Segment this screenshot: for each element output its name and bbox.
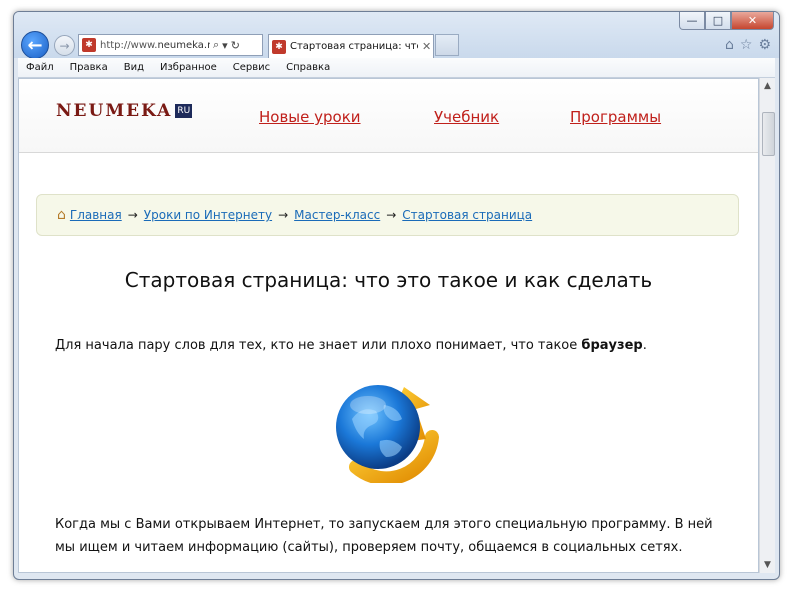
back-arrow-icon: ← [27,34,43,56]
nav-programs[interactable]: Программы [570,108,661,126]
address-bar[interactable]: ✱ http://www.neumeka.ru/s ⌕ ▾ ↻ [78,34,263,56]
browser-window: — □ ✕ ← → ✱ http://www.neumeka.ru/s ⌕ ▾ … [13,11,780,580]
breadcrumb-home[interactable]: Главная [70,208,122,222]
url-text[interactable]: http://www.neumeka.ru/s [100,40,210,51]
breadcrumb-start-page[interactable]: Стартовая страница [402,208,532,222]
internet-explorer-logo [336,385,439,483]
vertical-scrollbar[interactable]: ▲ ▼ [759,78,775,573]
forward-button[interactable]: → [54,35,75,56]
menu-tools[interactable]: Сервис [225,62,278,73]
tab-favicon: ✱ [272,39,286,54]
site-header: Neumeka RU Новые уроки Учебник Программы [19,79,758,153]
search-icon[interactable]: ⌕ [213,38,219,52]
tab-active[interactable]: ✱ Стартовая страница: что э... ✕ [268,34,434,58]
breadcrumb: ⌂ Главная → Уроки по Интернету → Мастер-… [36,194,739,236]
url-domain: neumeka.ru/s [157,39,210,51]
body-paragraph: Когда мы с Вами открываем Интернет, то з… [55,517,713,555]
site-favicon: ✱ [82,38,96,52]
breadcrumb-master-class[interactable]: Мастер-класс [294,208,380,222]
breadcrumb-separator: → [278,208,289,222]
intro-text: Для начала пару слов для тех, кто не зна… [55,338,578,353]
refresh-icon[interactable]: ↻ [231,39,240,52]
logo-text: Neumeka [56,101,173,121]
menu-help[interactable]: Справка [278,62,338,73]
page-title: Стартовая страница: что это такое и как … [124,268,653,292]
logo-highlight [350,396,386,414]
scroll-down-icon[interactable]: ▼ [760,557,775,573]
menu-edit[interactable]: Правка [62,62,116,73]
site-logo[interactable]: Neumeka RU [56,101,193,121]
breadcrumb-separator: → [386,208,397,222]
back-button[interactable]: ← [21,31,49,59]
dropdown-icon[interactable]: ▾ [222,39,228,52]
star-icon[interactable]: ☆ [740,37,753,53]
menu-file[interactable]: Файл [18,62,62,73]
intro-paragraph: Для начала пару слов для тех, кто не зна… [55,334,647,357]
scroll-thumb[interactable] [762,112,775,156]
nav-new-lessons[interactable]: Новые уроки [259,108,361,126]
new-tab-button[interactable] [435,34,459,56]
menu-bar: Файл Правка Вид Избранное Сервис Справка [18,58,775,78]
close-button[interactable]: ✕ [731,12,774,30]
home-icon: ⌂ [57,207,66,223]
menu-view[interactable]: Вид [116,62,152,73]
nav-tutorial[interactable]: Учебник [434,108,499,126]
toolbar-right: ⌂ ☆ ⚙ [725,37,771,53]
browser-term: браузер [581,338,643,353]
tab-title: Стартовая страница: что э... [290,41,418,52]
url-prefix: http://www. [100,39,158,51]
gear-icon[interactable]: ⚙ [758,37,771,53]
breadcrumb-separator: → [127,208,138,222]
tab-close-icon[interactable]: ✕ [422,40,431,53]
home-icon[interactable]: ⌂ [725,37,734,53]
maximize-button[interactable]: □ [705,12,731,30]
intro-end: . [642,338,647,353]
window-controls: — □ ✕ [679,12,774,30]
logo-badge: RU [175,104,193,118]
forward-arrow-icon: → [59,38,70,53]
menu-favorites[interactable]: Избранное [152,62,225,73]
minimize-button[interactable]: — [679,12,705,30]
scroll-up-icon[interactable]: ▲ [760,78,775,94]
page-content: Neumeka RU Новые уроки Учебник Программы… [18,78,759,573]
breadcrumb-internet-lessons[interactable]: Уроки по Интернету [144,208,272,222]
